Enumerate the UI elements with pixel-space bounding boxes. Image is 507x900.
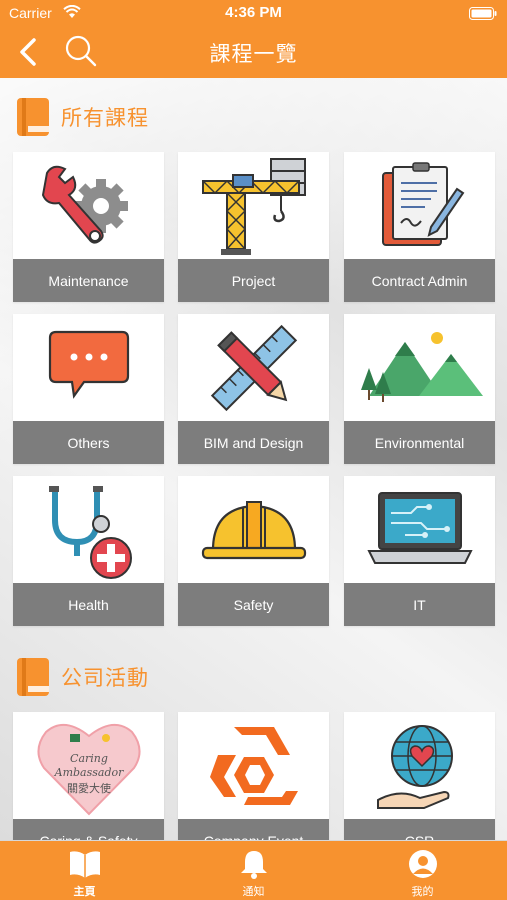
- tile-label: BIM and Design: [178, 421, 329, 464]
- course-tile-others[interactable]: Others: [13, 314, 164, 464]
- tile-label: Maintenance: [13, 259, 164, 302]
- tile-label: Safety: [178, 583, 329, 626]
- course-tile-maintenance[interactable]: Maintenance: [13, 152, 164, 302]
- section-title: 所有課程: [61, 106, 149, 130]
- book-icon: [69, 851, 100, 878]
- hard-hat-icon: [201, 500, 306, 559]
- globe-hand-icon: [376, 724, 453, 809]
- stethoscope-icon: [48, 485, 132, 579]
- course-tile-project[interactable]: Project: [178, 152, 329, 302]
- course-tile-health[interactable]: Health: [13, 476, 164, 626]
- bell-icon: [240, 851, 267, 879]
- pencil-ruler-icon: [210, 324, 297, 411]
- status-bar: Carrier 4:36 PM: [0, 0, 507, 26]
- tab-home[interactable]: 主頁: [0, 841, 169, 900]
- tile-label: IT: [344, 583, 495, 626]
- tile-label: Contract Admin: [344, 259, 495, 302]
- laptop-icon: [366, 491, 473, 564]
- company-logo-icon: [209, 726, 298, 805]
- book-icon: [17, 658, 49, 696]
- caring-ambassador-heart-icon: Caring Ambassador 關愛大使: [37, 723, 140, 815]
- course-tile-safety[interactable]: Safety: [178, 476, 329, 626]
- page-title: 課程一覽: [209, 42, 298, 66]
- crane-icon: [201, 158, 306, 255]
- contract-folder-icon: [381, 161, 464, 246]
- tile-label: Others: [13, 421, 164, 464]
- tile-label: Health: [13, 583, 164, 626]
- section-header-all-courses: 所有課程: [14, 96, 149, 138]
- tab-label: 主頁: [73, 885, 96, 898]
- tab-profile[interactable]: 我的: [338, 841, 507, 900]
- battery-icon: [469, 7, 497, 20]
- wrench-gear-icon: [41, 165, 128, 244]
- course-tile-bim-design[interactable]: BIM and Design: [178, 314, 329, 464]
- heart-line-2: Ambassador: [53, 766, 123, 779]
- mountains-trees-icon: [360, 331, 483, 402]
- chat-bubble-icon: [48, 330, 129, 399]
- heart-line-3: 關愛大使: [67, 781, 111, 795]
- section-title: 公司活動: [61, 666, 149, 690]
- course-tile-it[interactable]: IT: [344, 476, 495, 626]
- tab-label: 我的: [411, 885, 434, 898]
- tab-notifications[interactable]: 通知: [169, 841, 338, 900]
- section-header-company-activities: 公司活動: [14, 656, 149, 698]
- profile-icon: [408, 850, 437, 878]
- app-header: Carrier 4:36 PM 課程一覽: [0, 0, 507, 78]
- bottom-tab-bar: 主頁 通知 我的: [0, 840, 507, 900]
- course-tile-environmental[interactable]: Environmental: [344, 314, 495, 464]
- tile-label: Project: [178, 259, 329, 302]
- book-icon: [17, 98, 49, 136]
- course-tile-contract-admin[interactable]: Contract Admin: [344, 152, 495, 302]
- heart-line-1: Caring: [70, 752, 108, 765]
- tab-label: 通知: [242, 885, 265, 898]
- tile-label: Environmental: [344, 421, 495, 464]
- status-time: 4:36 PM: [225, 4, 282, 21]
